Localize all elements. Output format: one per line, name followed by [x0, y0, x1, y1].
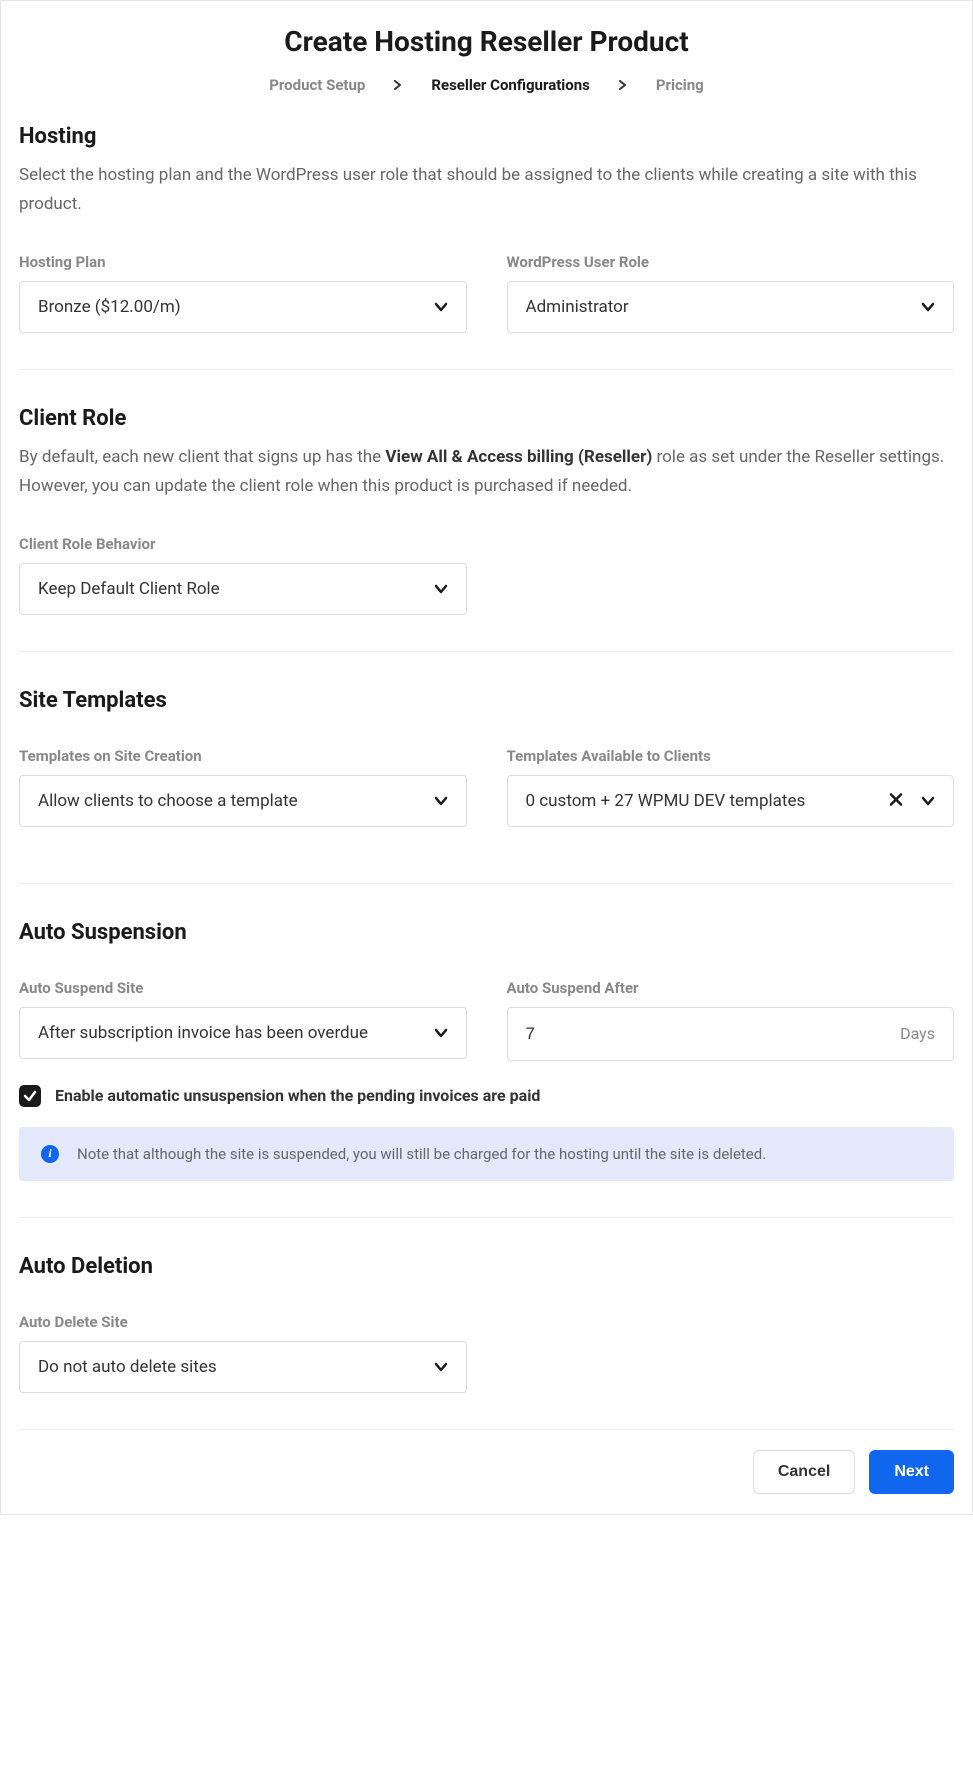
select-templates-on-creation[interactable]: Allow clients to choose a template	[19, 775, 467, 827]
checkbox-label: Enable automatic unsuspension when the p…	[55, 1086, 540, 1105]
select-hosting-plan[interactable]: Bronze ($12.00/m)	[19, 281, 467, 333]
select-value: Allow clients to choose a template	[38, 791, 421, 811]
label-auto-delete-site: Auto Delete Site	[19, 1313, 467, 1331]
desc-bold: View All & Access billing (Reseller)	[385, 447, 652, 467]
checkbox-row-unsuspension[interactable]: Enable automatic unsuspension when the p…	[19, 1085, 954, 1107]
select-wp-user-role[interactable]: Administrator	[507, 281, 955, 333]
footer-actions: Cancel Next	[1, 1450, 972, 1494]
chevron-right-icon	[618, 80, 628, 90]
unit-suffix: Days	[900, 1024, 935, 1043]
divider	[19, 1429, 954, 1430]
section-title-site-templates: Site Templates	[19, 688, 954, 713]
chevron-down-icon	[434, 300, 448, 314]
select-client-role-behavior[interactable]: Keep Default Client Role	[19, 563, 467, 615]
desc-text: By default, each new client that signs u…	[19, 447, 385, 467]
select-value: Bronze ($12.00/m)	[38, 297, 421, 317]
section-desc-hosting: Select the hosting plan and the WordPres…	[19, 161, 954, 219]
input-auto-suspend-after[interactable]: Days	[507, 1007, 955, 1061]
close-icon[interactable]	[889, 790, 903, 811]
select-value: Administrator	[526, 297, 909, 317]
note-text: Note that although the site is suspended…	[77, 1145, 766, 1163]
label-hosting-plan: Hosting Plan	[19, 253, 467, 271]
label-templates-on-creation: Templates on Site Creation	[19, 747, 467, 765]
info-icon: i	[41, 1145, 59, 1163]
page-container: Create Hosting Reseller Product Product …	[0, 0, 973, 1515]
select-auto-delete-site[interactable]: Do not auto delete sites	[19, 1341, 467, 1393]
divider	[19, 883, 954, 884]
section-title-client-role: Client Role	[19, 406, 954, 431]
chevron-down-icon	[434, 1026, 448, 1040]
select-value: 0 custom + 27 WPMU DEV templates	[526, 791, 874, 811]
chevron-down-icon	[434, 582, 448, 596]
select-value: After subscription invoice has been over…	[38, 1023, 421, 1043]
checkbox-enable-unsuspension[interactable]	[19, 1085, 41, 1107]
chevron-down-icon	[434, 794, 448, 808]
select-templates-available[interactable]: 0 custom + 27 WPMU DEV templates	[507, 775, 955, 827]
select-value: Do not auto delete sites	[38, 1357, 421, 1377]
select-auto-suspend-site[interactable]: After subscription invoice has been over…	[19, 1007, 467, 1059]
section-desc-client-role: By default, each new client that signs u…	[19, 443, 954, 501]
label-wp-user-role: WordPress User Role	[507, 253, 955, 271]
label-templates-available: Templates Available to Clients	[507, 747, 955, 765]
label-client-role-behavior: Client Role Behavior	[19, 535, 467, 553]
breadcrumb-step-reseller-config[interactable]: Reseller Configurations	[431, 76, 590, 94]
info-note: i Note that although the site is suspend…	[19, 1127, 954, 1181]
page-title: Create Hosting Reseller Product	[1, 1, 972, 76]
chevron-right-icon	[393, 80, 403, 90]
divider	[19, 369, 954, 370]
label-auto-suspend-site: Auto Suspend Site	[19, 979, 467, 997]
section-title-auto-deletion: Auto Deletion	[19, 1254, 954, 1279]
divider	[19, 651, 954, 652]
select-value: Keep Default Client Role	[38, 579, 421, 599]
breadcrumb-step-product-setup[interactable]: Product Setup	[269, 76, 365, 94]
breadcrumb-step-pricing[interactable]: Pricing	[656, 76, 704, 94]
section-title-auto-suspension: Auto Suspension	[19, 920, 954, 945]
auto-suspend-days-input[interactable]	[526, 1024, 901, 1044]
cancel-button[interactable]: Cancel	[753, 1450, 855, 1494]
breadcrumb: Product Setup Reseller Configurations Pr…	[1, 76, 972, 124]
chevron-down-icon	[921, 794, 935, 808]
chevron-down-icon	[921, 300, 935, 314]
section-title-hosting: Hosting	[19, 124, 954, 149]
divider	[19, 1217, 954, 1218]
next-button[interactable]: Next	[869, 1450, 954, 1494]
label-auto-suspend-after: Auto Suspend After	[507, 979, 955, 997]
chevron-down-icon	[434, 1360, 448, 1374]
